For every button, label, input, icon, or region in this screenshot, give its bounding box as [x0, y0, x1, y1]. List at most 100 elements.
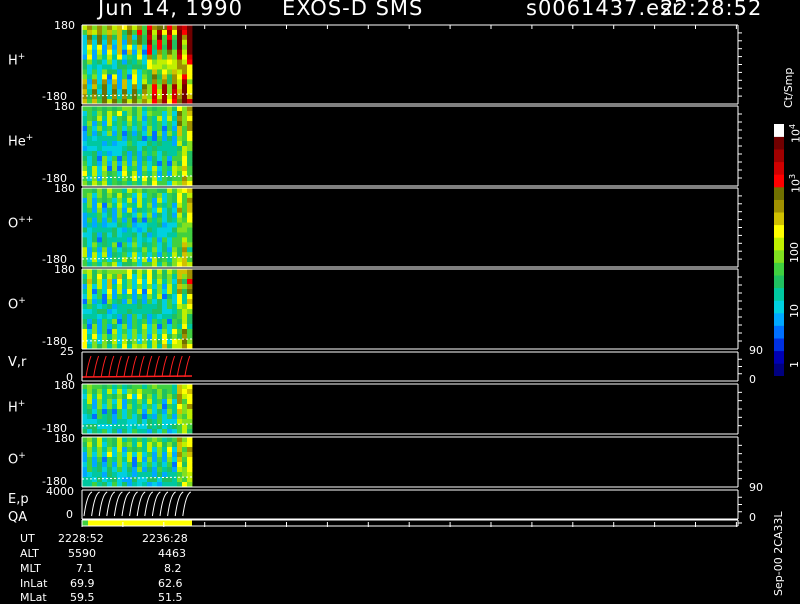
spectrogram-cell — [92, 467, 98, 473]
colorbar-tick-10: 10 — [788, 304, 800, 318]
spectrogram-cell — [152, 334, 158, 340]
spectrogram-cell — [92, 131, 98, 137]
spectrogram-cell — [107, 314, 113, 320]
spectrogram-cell — [147, 457, 153, 463]
spectrogram-cell — [117, 319, 123, 325]
spectrogram-cell — [107, 334, 113, 340]
spectrogram-cell — [172, 156, 178, 162]
spectrogram-cell — [142, 247, 148, 253]
spectrogram-cell — [87, 192, 93, 199]
spectrogram-cell — [87, 121, 93, 127]
spectrogram-cell — [152, 192, 158, 199]
spectrogram-cell — [97, 121, 103, 127]
spectrogram-cell — [172, 329, 178, 335]
energy-trace — [174, 491, 184, 517]
spectrogram-cell — [82, 116, 88, 122]
spectrogram-cell — [152, 207, 158, 214]
spectrogram-cell — [157, 289, 163, 295]
colorbar-segment — [774, 124, 784, 137]
spectrogram-cell — [167, 161, 173, 167]
spectrogram-cell — [172, 304, 178, 310]
spectrogram-cell — [112, 414, 118, 420]
spectrogram-cell — [147, 389, 153, 395]
spectrogram-cell — [177, 269, 183, 275]
spectrogram-cell — [162, 334, 168, 340]
spectrogram-cell — [172, 289, 178, 295]
spectrogram-cell — [117, 111, 123, 117]
spectrogram-cell — [122, 161, 128, 167]
spectrogram-cell — [127, 304, 133, 310]
spectrogram-cell — [152, 452, 158, 458]
spectrogram-cell — [142, 404, 148, 410]
spectrogram-cell — [152, 54, 158, 60]
spectrogram-cell — [97, 25, 103, 31]
spectrogram-cell — [112, 222, 118, 228]
spectrogram-cell — [157, 59, 163, 65]
spectrogram-cell — [157, 106, 163, 112]
tick-he-plus-max: 180 — [54, 100, 75, 113]
spectrogram-cell — [82, 227, 88, 233]
spectrogram-cell — [97, 279, 103, 285]
spectrogram-cell — [87, 197, 93, 204]
panel-o-plus-2 — [81, 436, 742, 488]
spectrogram-cell — [97, 314, 103, 320]
spectrogram-cell — [117, 141, 123, 147]
spectrogram-cell — [157, 324, 163, 330]
spectrogram-cell — [157, 237, 163, 243]
spectrogram-cell — [107, 457, 113, 463]
spectrogram-cell — [97, 34, 103, 41]
spectrogram-cell — [152, 304, 158, 310]
spectrogram-cell — [97, 156, 103, 162]
spectrogram-cell — [172, 69, 178, 75]
spectrogram-cell — [132, 319, 138, 325]
spectrogram-cell — [137, 309, 143, 315]
spectrogram-cell — [127, 279, 133, 285]
spectrogram-cell — [147, 324, 153, 330]
spectrogram-cell — [177, 207, 183, 214]
spectrogram-cell — [102, 34, 108, 41]
spectrogram-cell — [112, 89, 118, 95]
spectrogram-cell — [157, 212, 163, 219]
spectrogram-cell — [92, 44, 98, 51]
spectrogram-cell — [87, 59, 93, 65]
spectrogram-cell — [87, 442, 93, 448]
energy-trace — [83, 491, 93, 517]
spectrogram-cell — [147, 136, 153, 142]
spectrogram-cell — [87, 94, 93, 100]
spectrogram-cell — [87, 232, 93, 238]
spectrogram-cell — [122, 289, 128, 295]
spectrogram-cell — [122, 59, 128, 65]
spectrogram-cell — [182, 166, 188, 172]
spectrogram-cell — [132, 151, 138, 157]
spectrogram-cell — [112, 166, 118, 172]
spectrogram-cell — [132, 192, 138, 199]
spectrogram-cell — [132, 462, 138, 468]
spectrogram-cell — [117, 394, 123, 400]
spectrogram-cell — [147, 384, 153, 390]
spectrogram-cell — [142, 171, 148, 177]
spectrogram-cell — [182, 334, 188, 340]
spectrogram-cell — [107, 329, 113, 335]
spectrogram-cell — [122, 197, 128, 204]
spectrogram-cell — [102, 166, 108, 172]
spectrogram-cell — [162, 49, 168, 56]
spectrogram-cell — [142, 69, 148, 75]
spectrogram-cell — [177, 192, 183, 199]
spectrogram-cell — [172, 202, 178, 209]
spectrogram-cell — [182, 126, 188, 132]
spectrogram-cell — [92, 74, 98, 80]
spectrogram-cell — [112, 424, 118, 430]
spectrogram-cell — [137, 188, 143, 194]
spectrogram-cell — [107, 294, 113, 300]
spectrogram-cell — [162, 389, 168, 395]
spectrogram-cell — [107, 141, 113, 147]
spectrogram-cell — [167, 212, 173, 219]
spectrogram-cell — [167, 34, 173, 41]
spectrogram-cell — [92, 462, 98, 468]
spectrogram-cell — [182, 188, 188, 194]
spectrogram-cell — [132, 227, 138, 233]
spectrogram-cell — [157, 116, 163, 122]
spectrogram-cell — [92, 146, 98, 152]
qa-flag-start — [82, 520, 88, 526]
spectrogram-cell — [112, 394, 118, 400]
